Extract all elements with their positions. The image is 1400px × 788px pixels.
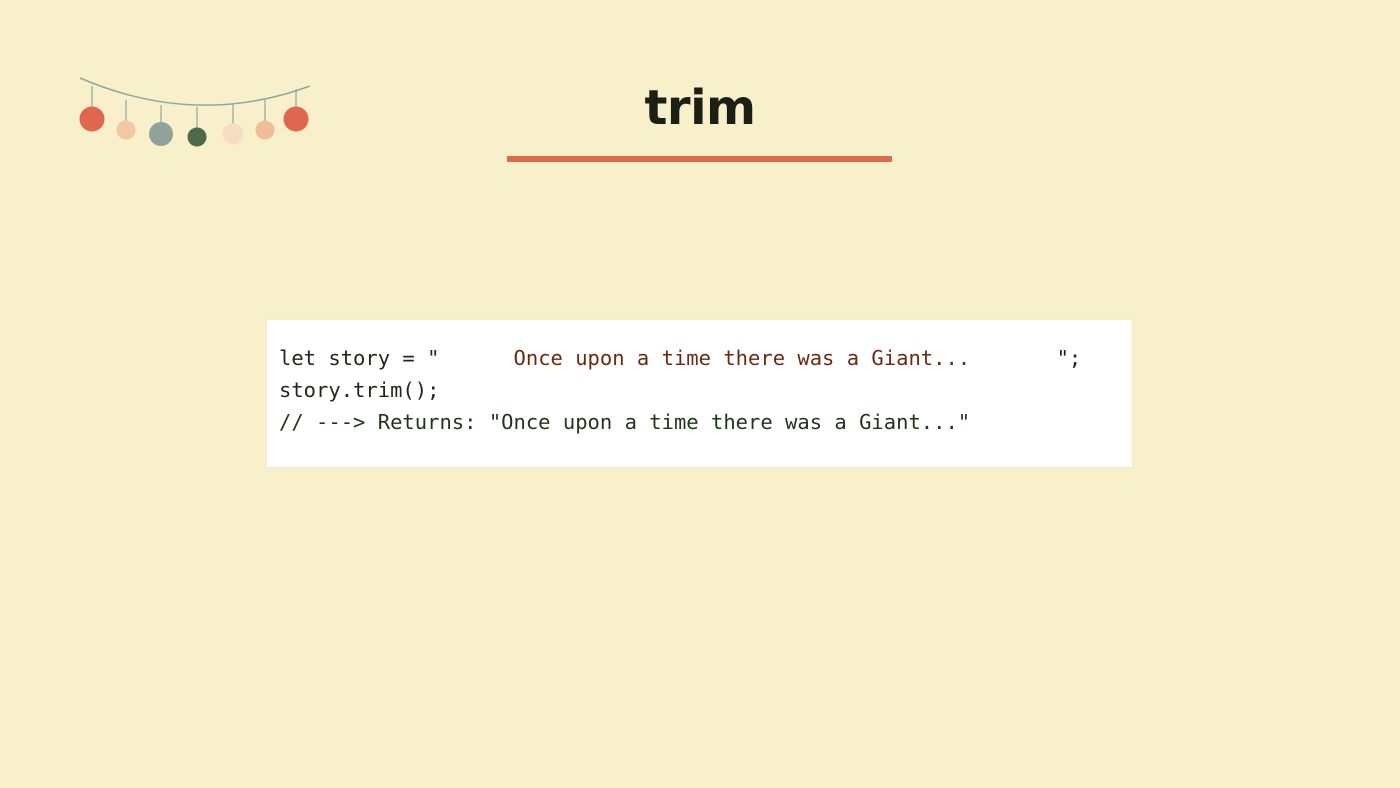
ornament-ball	[222, 123, 244, 145]
garland-ornaments	[79, 86, 309, 147]
ornament-ball	[116, 120, 136, 140]
garland-string	[79, 77, 311, 106]
ornament-ball	[149, 122, 173, 146]
slide-title: trim	[644, 80, 756, 136]
ornament-ball	[79, 106, 105, 132]
title-underline	[507, 156, 892, 162]
code-token-terminator: ";	[1056, 346, 1082, 370]
code-line-1: let story = " Once upon a time there was…	[279, 342, 1132, 374]
code-block: let story = " Once upon a time there was…	[267, 320, 1132, 467]
ornament-ball	[255, 120, 275, 140]
ornament-ball	[187, 127, 207, 147]
code-line-2: story.trim();	[279, 378, 440, 402]
code-token-declaration: let story = "	[279, 346, 440, 370]
garland-decoration-icon	[79, 77, 311, 147]
code-token-string: Once upon a time there was a Giant...	[439, 346, 1057, 370]
ornament-ball	[283, 106, 309, 132]
code-line-3: // ---> Returns: "Once upon a time there…	[279, 410, 971, 434]
